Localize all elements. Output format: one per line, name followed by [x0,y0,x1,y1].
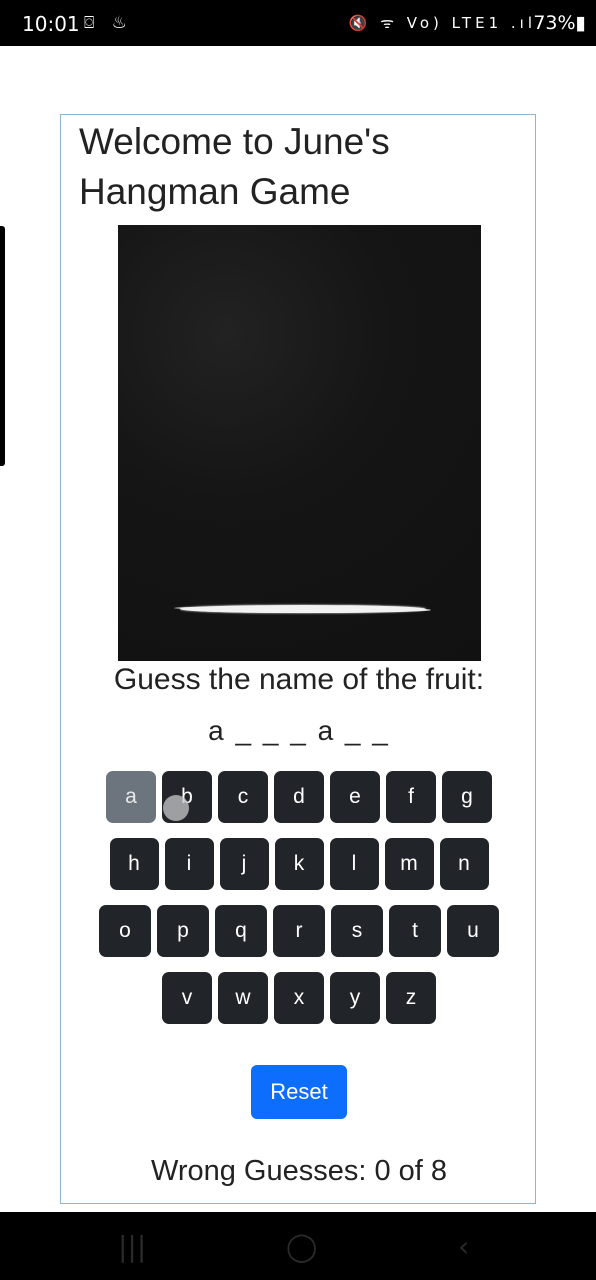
back-icon[interactable]: ‹ [458,1230,469,1263]
key-t[interactable]: t [389,905,441,957]
gallows-base-line [180,605,426,613]
key-j[interactable]: j [219,838,269,890]
keyboard-row: opqrstu [61,905,537,957]
page-title: Welcome to June's Hangman Game [79,121,390,212]
signal-icons: 🔇 ᯤ Vo) LTE1 .ıl [348,14,536,32]
key-e[interactable]: e [330,771,380,823]
wrong-guesses-counter: Wrong Guesses: 0 of 8 [150,1155,448,1187]
key-h[interactable]: h [109,838,159,890]
key-d[interactable]: d [274,771,324,823]
key-a[interactable]: a [106,771,156,823]
key-x[interactable]: x [274,972,324,1024]
navigation-bar: ||| ◯ ‹ [0,1212,596,1280]
key-b[interactable]: b [162,771,212,823]
keyboard-row: hijklmn [61,838,537,890]
key-o[interactable]: o [99,905,151,957]
home-icon[interactable]: ◯ [286,1230,317,1263]
edge-panel-handle[interactable] [0,226,5,466]
key-z[interactable]: z [386,972,436,1024]
key-m[interactable]: m [384,838,434,890]
key-u[interactable]: u [447,905,499,957]
hangman-board [118,225,481,661]
reset-button[interactable]: Reset [251,1065,347,1119]
keyboard-row: abcdefg [61,771,537,823]
key-l[interactable]: l [329,838,379,890]
key-s[interactable]: s [331,905,383,957]
key-y[interactable]: y [330,972,380,1024]
key-r[interactable]: r [273,905,325,957]
key-v[interactable]: v [162,972,212,1024]
word-display: a _ _ _ a _ _ [208,715,390,746]
key-i[interactable]: i [164,838,214,890]
key-q[interactable]: q [215,905,267,957]
key-n[interactable]: n [439,838,489,890]
battery-icon: 73%▮ [533,12,586,34]
key-w[interactable]: w [218,972,268,1024]
game-card: Welcome to June's Hangman Game Guess the… [60,114,536,1204]
key-c[interactable]: c [218,771,268,823]
keyboard-row: vwxyz [61,972,537,1024]
guess-prompt: Guess the name of the fruit: [113,663,485,696]
recent-apps-icon[interactable]: ||| [118,1230,146,1263]
status-bar: 10:01 ⌼ ♨ 🔇 ᯤ Vo) LTE1 .ıl 73%▮ [0,0,596,46]
notification-icons: ⌼ ♨ [84,13,133,33]
key-f[interactable]: f [386,771,436,823]
key-g[interactable]: g [442,771,492,823]
key-k[interactable]: k [274,838,324,890]
key-p[interactable]: p [157,905,209,957]
status-time: 10:01 [22,12,80,36]
